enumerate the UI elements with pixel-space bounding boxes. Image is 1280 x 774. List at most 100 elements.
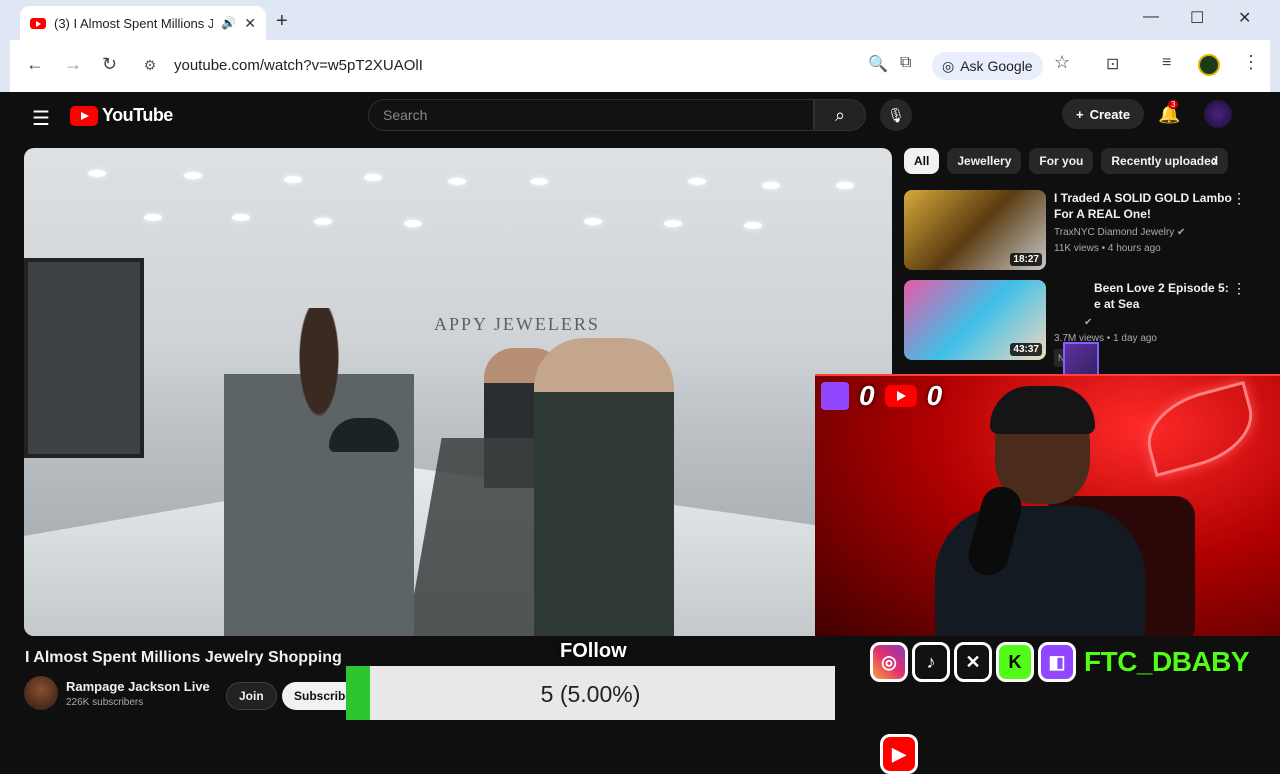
youtube-logo[interactable]: YouTube	[70, 105, 173, 126]
ceiling-light	[688, 178, 706, 185]
tab-search-icon[interactable]: ⊡	[1106, 54, 1119, 74]
video-thumbnail[interactable]: 18:27	[904, 190, 1046, 270]
ceiling-light	[530, 178, 548, 185]
channel-avatar[interactable]	[24, 676, 58, 710]
ask-google-label: Ask Google	[960, 58, 1033, 74]
recommendation-item[interactable]: 18:27 I Traded A SOLID GOLD Lambo For A …	[904, 190, 1246, 270]
youtube-icon	[884, 385, 917, 407]
person-customer	[224, 308, 414, 636]
chip-recently-uploaded[interactable]: Recently uploaded	[1101, 148, 1229, 174]
video-player[interactable]: APPY JEWELERS	[24, 148, 892, 636]
video-duration: 43:37	[1010, 343, 1042, 356]
video-thumbnail[interactable]: 43:37	[904, 280, 1046, 360]
site-info-icon[interactable]: ⚙	[138, 57, 162, 74]
maximize-button[interactable]: ☐	[1190, 8, 1204, 28]
notification-badge: 3	[1168, 100, 1179, 109]
channel-name[interactable]: Rampage Jackson Live	[66, 679, 210, 694]
ceiling-light	[284, 176, 302, 183]
hamburger-menu-icon[interactable]: ☰	[32, 106, 50, 131]
bookmark-star-icon[interactable]: ☆	[1054, 52, 1070, 73]
follow-goal-bar: 5 (5.00%)	[346, 666, 835, 720]
video-title: I Almost Spent Millions Jewelry Shopping	[25, 649, 342, 666]
chevron-right-icon[interactable]: ›	[1212, 152, 1217, 170]
rec-channel[interactable]: TraxNYC Diamond Jewelry	[1054, 227, 1174, 238]
chip-jewellery[interactable]: Jewellery	[947, 148, 1022, 174]
zoom-icon[interactable]: 🔍	[868, 54, 888, 74]
voice-search-icon[interactable]: 🎙	[880, 99, 912, 131]
rec-meta: 11K views • 4 hours ago	[1054, 243, 1161, 254]
browser-tab-active[interactable]: (3) I Almost Spent Millions J 🔊 ✕	[20, 6, 266, 40]
ceiling-light	[664, 220, 682, 227]
media-control-icon[interactable]: ≡	[1162, 54, 1171, 72]
forward-button[interactable]: →	[64, 54, 82, 75]
instagram-icon: ◎	[870, 642, 908, 682]
beanie	[990, 386, 1095, 434]
ceiling-light	[364, 174, 382, 181]
search-button[interactable]: ⌕	[814, 99, 866, 131]
neon-sign	[1137, 380, 1263, 478]
streamer	[935, 386, 1145, 636]
reload-button[interactable]: ↻	[102, 54, 117, 75]
install-app-icon[interactable]: ⧉	[900, 54, 911, 72]
youtube-count: 0	[926, 380, 943, 411]
verified-icon: ✔	[1084, 317, 1093, 328]
twitch-social-icon: ◧	[1038, 642, 1076, 682]
webcam-overlay: 0 0	[815, 374, 1280, 636]
more-options-icon[interactable]: ⋮	[1232, 280, 1246, 297]
browser-menu-icon[interactable]: ⋮	[1242, 52, 1260, 73]
back-button[interactable]: ←	[26, 54, 44, 75]
twitch-icon	[821, 382, 849, 410]
video-duration: 18:27	[1010, 253, 1042, 266]
ask-google-button[interactable]: ◎ Ask Google	[932, 52, 1043, 80]
ceiling-light	[448, 178, 466, 185]
youtube-play-icon	[70, 105, 98, 126]
follow-goal-label: FOllow	[560, 640, 627, 662]
search-input[interactable]: Search	[368, 99, 814, 131]
youtube-favicon-icon	[30, 17, 46, 29]
ceiling-light	[762, 182, 780, 189]
streamer-handle: FTC_DBABY	[1084, 646, 1250, 677]
ceiling-light	[88, 170, 106, 177]
chip-for-you[interactable]: For you	[1029, 148, 1094, 174]
youtube-social-icon: ▶	[880, 734, 918, 774]
profile-avatar[interactable]	[1198, 54, 1220, 76]
ceiling-light	[836, 182, 854, 189]
speaker-icon[interactable]: 🔊	[221, 16, 236, 30]
viewer-counters: 0 0	[821, 380, 942, 412]
minimize-button[interactable]: —	[1143, 8, 1159, 26]
create-button[interactable]: + Create	[1062, 99, 1145, 129]
close-tab-icon[interactable]: ✕	[244, 15, 256, 32]
join-button[interactable]: Join	[226, 682, 277, 710]
ceiling-light	[314, 218, 332, 225]
account-avatar[interactable]	[1204, 100, 1232, 128]
ceiling-light	[144, 214, 162, 221]
rec-title: Been Love 2 Episode 5: e at Sea	[1054, 280, 1244, 312]
twitch-count: 0	[859, 380, 875, 411]
filter-chips: All Jewellery For you Recently uploaded	[904, 148, 1229, 174]
follow-goal-text: 5 (5.00%)	[540, 681, 641, 707]
notifications-bell-icon[interactable]: 🔔 3	[1158, 100, 1180, 125]
tab-title: (3) I Almost Spent Millions J	[54, 15, 214, 31]
cap	[329, 418, 399, 452]
lens-icon: ◎	[942, 57, 955, 74]
ceiling-light	[584, 218, 602, 225]
close-window-button[interactable]: ✕	[1238, 8, 1251, 28]
ceiling-light	[232, 214, 250, 221]
create-label: Create	[1089, 106, 1131, 122]
subscriber-count: 226K subscribers	[66, 696, 144, 708]
rec-title: I Traded A SOLID GOLD Lambo For A REAL O…	[1054, 190, 1244, 222]
kick-icon: K	[996, 642, 1034, 682]
plus-icon: +	[1076, 106, 1084, 122]
chip-all[interactable]: All	[904, 148, 940, 174]
ceiling-light	[184, 172, 202, 179]
browser-chrome: (3) I Almost Spent Millions J 🔊 ✕ + — ☐ …	[0, 0, 1280, 92]
store-sign: APPY JEWELERS	[434, 314, 600, 334]
youtube-logo-text: YouTube	[102, 105, 173, 125]
new-tab-button[interactable]: +	[276, 10, 288, 33]
more-options-icon[interactable]: ⋮	[1232, 190, 1246, 207]
rec-title-line2: e at Sea	[1094, 297, 1140, 311]
tiktok-icon: ♪	[912, 642, 950, 682]
verified-icon: ✔	[1177, 227, 1186, 238]
rec-title-line1: I Traded A SOLID GOLD Lambo	[1054, 191, 1232, 205]
social-links: ◎ ▶ ♪ ✕ K ◧ FTC_DBABY	[870, 642, 1250, 774]
